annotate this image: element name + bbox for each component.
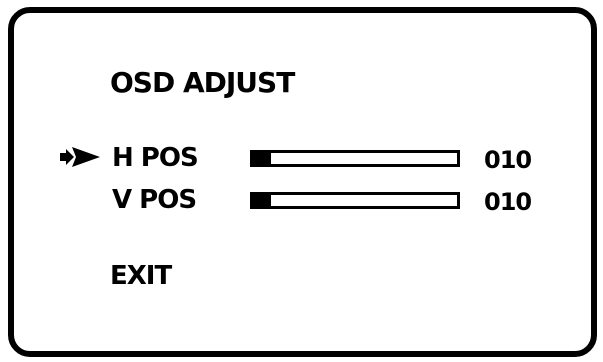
h-pos-label[interactable]: H POS — [112, 144, 199, 172]
v-pos-slider-fill — [253, 195, 272, 206]
v-pos-label[interactable]: V POS — [112, 186, 197, 214]
h-pos-slider-fill — [253, 153, 272, 164]
menu-title: OSD ADJUST — [110, 66, 295, 99]
h-pos-slider[interactable] — [250, 150, 460, 167]
osd-menu-frame — [8, 7, 597, 357]
h-pos-value: 010 — [484, 146, 532, 174]
v-pos-slider[interactable] — [250, 192, 460, 209]
exit-menu-item[interactable]: EXIT — [110, 262, 172, 290]
right-arrow-pointer-icon — [60, 147, 100, 167]
v-pos-value: 010 — [484, 188, 532, 216]
